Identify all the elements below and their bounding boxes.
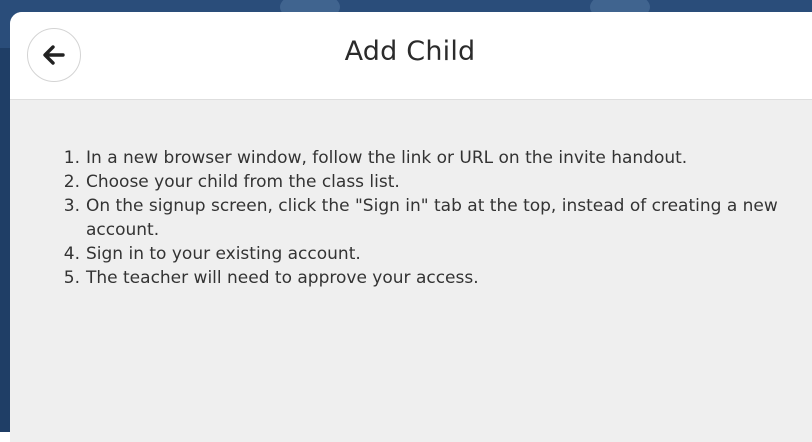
instruction-step-3: On the signup screen, click the "Sign in…	[58, 194, 778, 240]
add-child-modal: Add Child In a new browser window, follo…	[10, 12, 812, 442]
instruction-step-4: Sign in to your existing account.	[58, 242, 361, 266]
instruction-step-5: The teacher will need to approve your ac…	[58, 266, 479, 290]
instruction-step-1: In a new browser window, follow the link…	[58, 146, 688, 170]
instruction-step-2: Choose your child from the class list.	[58, 170, 400, 194]
modal-title: Add Child	[344, 36, 476, 67]
modal-header: Add Child	[10, 12, 812, 100]
modal-body: In a new browser window, follow the link…	[10, 100, 812, 290]
instructions-list: In a new browser window, follow the link…	[58, 146, 800, 290]
